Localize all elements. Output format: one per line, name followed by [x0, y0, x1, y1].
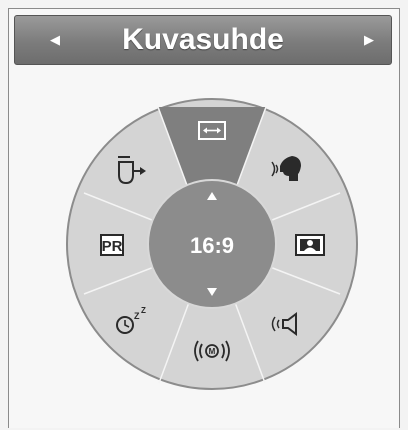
- pr-label: PR: [102, 238, 123, 255]
- selection-dial: M Z Z PR: [66, 98, 358, 390]
- person-portrait-icon: [295, 234, 325, 256]
- svg-text:Z: Z: [141, 306, 146, 315]
- pr-box-icon: PR: [100, 234, 124, 256]
- option-portrait[interactable]: [295, 234, 325, 256]
- current-value: 16:9: [189, 233, 235, 258]
- svg-text:Z: Z: [134, 311, 140, 321]
- option-program[interactable]: PR: [100, 234, 124, 256]
- svg-text:M: M: [209, 347, 216, 356]
